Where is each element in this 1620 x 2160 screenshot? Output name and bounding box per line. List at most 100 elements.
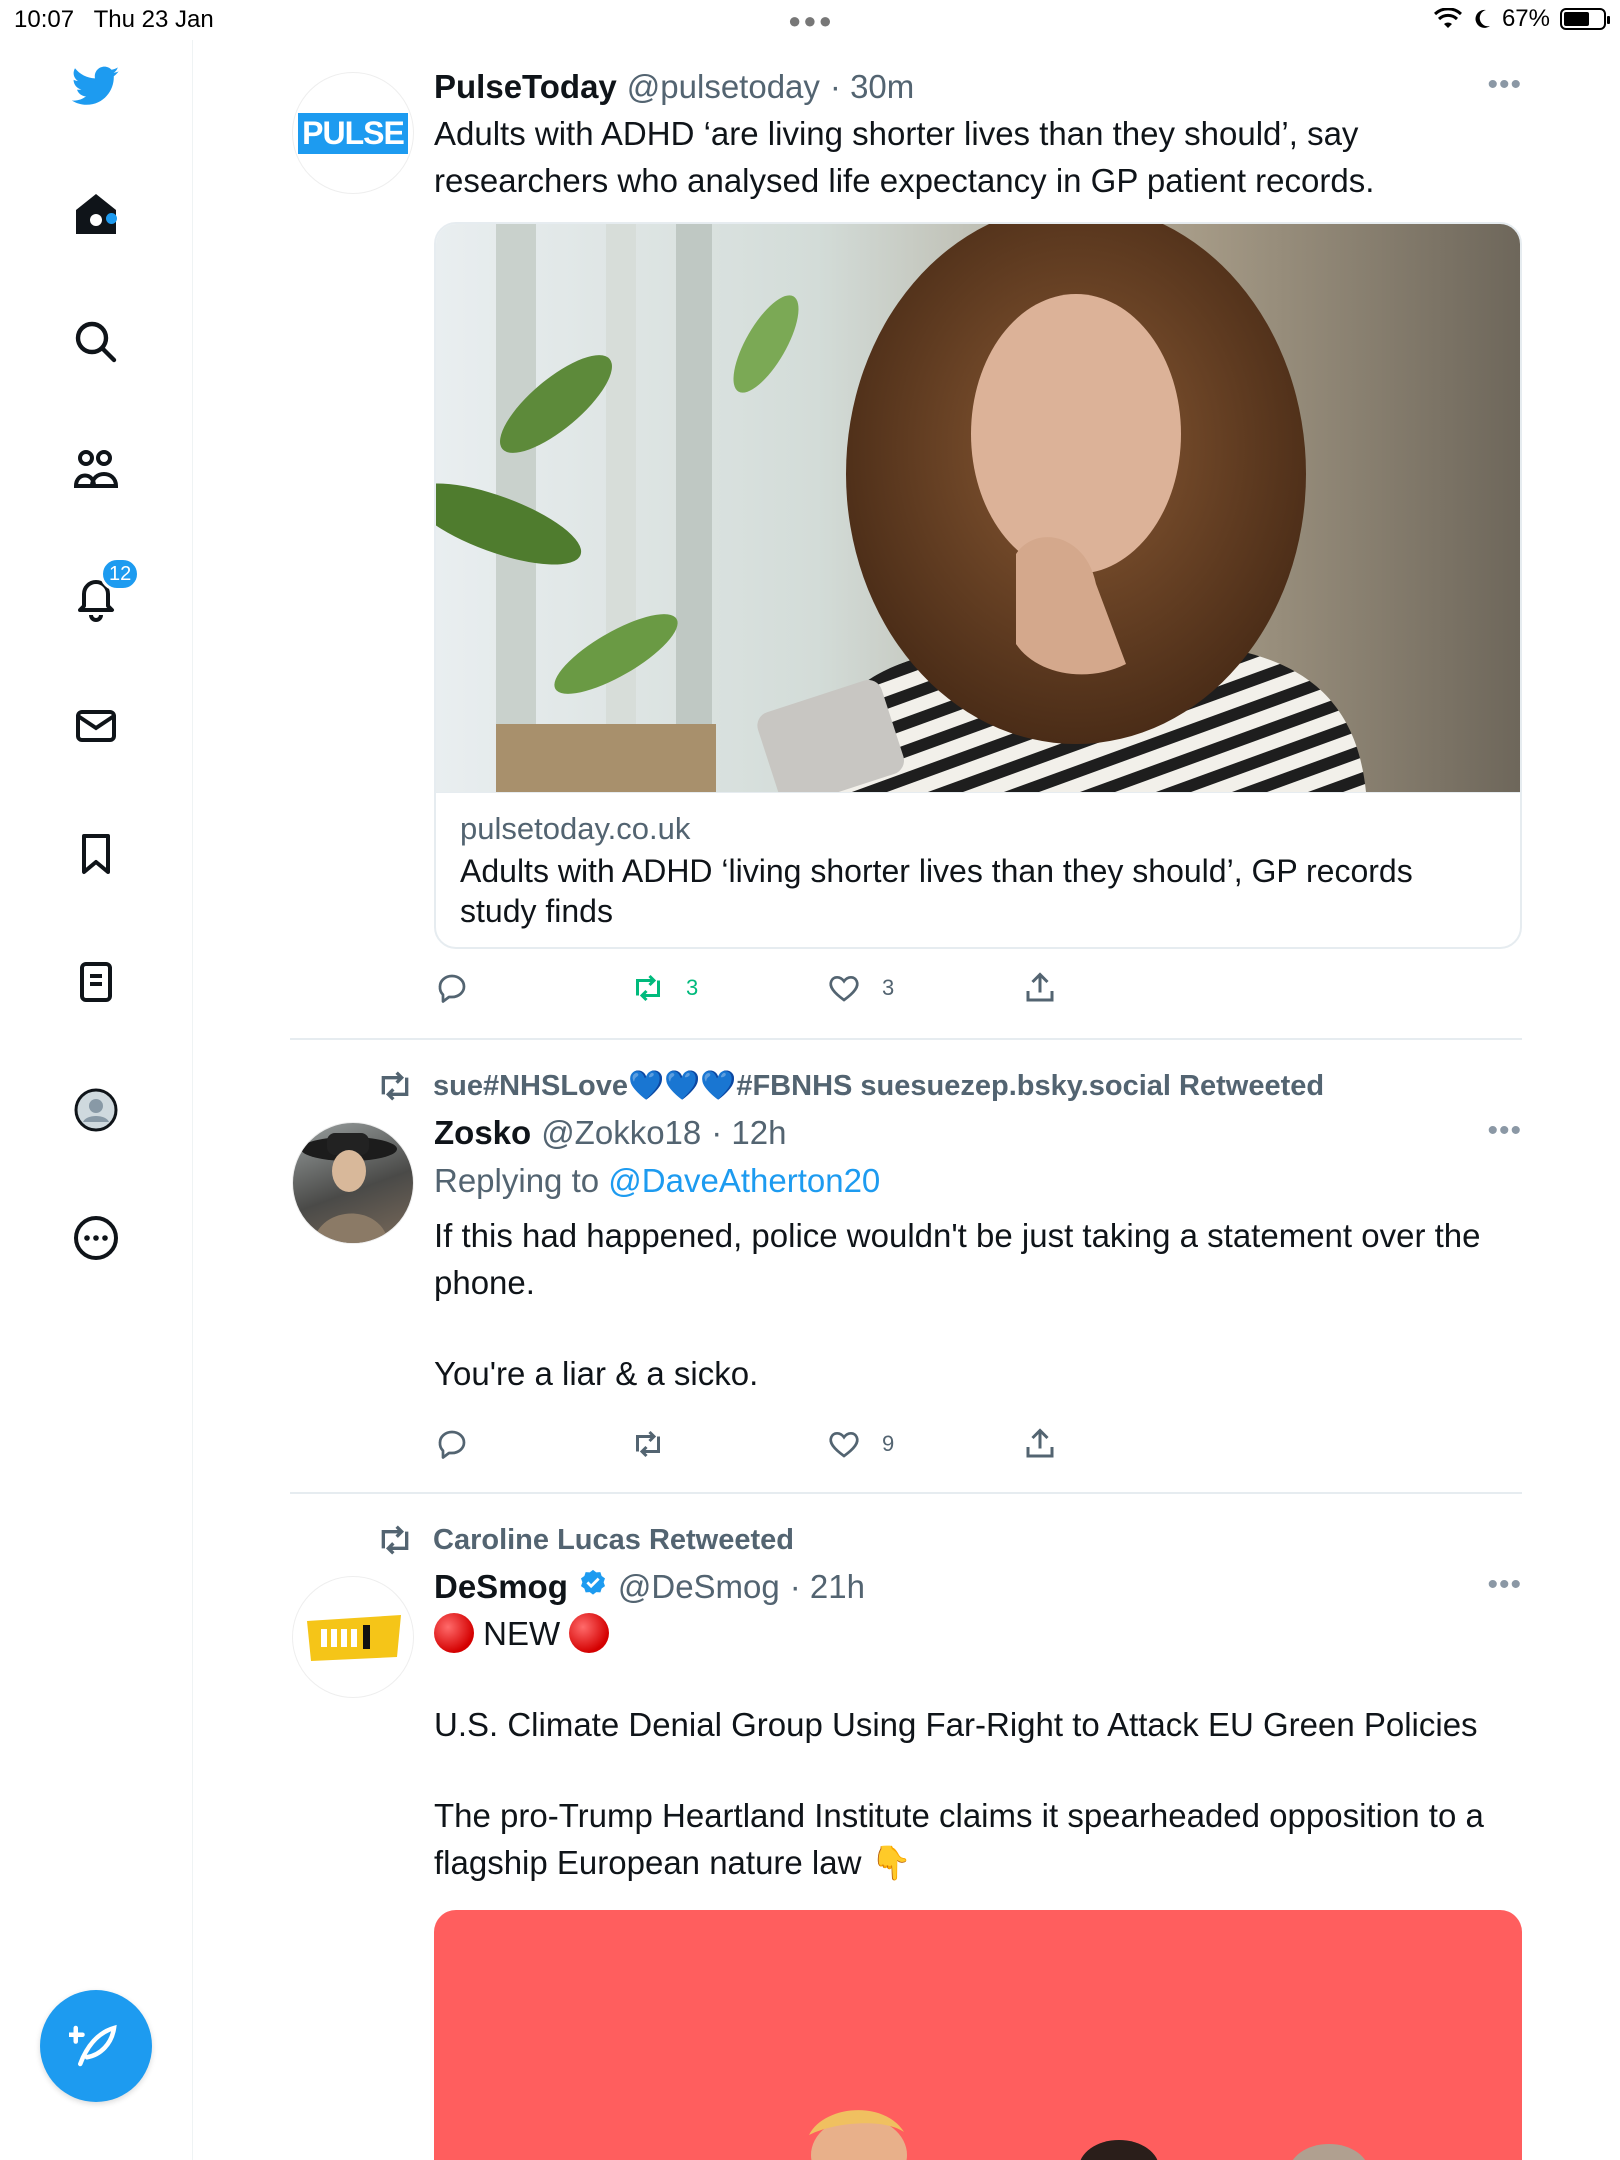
lists-icon — [80, 962, 112, 1002]
tweet-content: DeSmog @DeSmog · 21h ••• NEW U.S. Climat… — [434, 1568, 1522, 2160]
author-name[interactable]: DeSmog — [434, 1568, 568, 1606]
card-domain: pulsetoday.co.uk — [460, 811, 691, 846]
sidebar-item-profile[interactable] — [70, 1084, 122, 1136]
like-button[interactable]: 3 — [826, 970, 894, 1006]
sidebar-item-search[interactable] — [70, 316, 122, 368]
sidebar-item-communities[interactable] — [70, 444, 122, 496]
avatar[interactable] — [292, 1576, 414, 1698]
time-text: 10:07 — [14, 6, 75, 33]
battery-percent: 67% — [1501, 5, 1550, 32]
retweet-icon — [636, 1430, 660, 1458]
share-button[interactable] — [1022, 1426, 1058, 1462]
status-indicators: 67% — [1433, 5, 1610, 33]
tweet-text: U.S. Climate Denial Group Using Far-Righ… — [434, 1706, 1478, 1743]
tweet-text-2: You're a liar & a sicko. — [434, 1355, 759, 1392]
tweet-text-new: NEW — [434, 1610, 1522, 1657]
wifi-icon — [1433, 8, 1462, 28]
tweet-time[interactable]: · 12h — [711, 1114, 786, 1152]
tweet[interactable]: sue#NHSLove💙💙💙#FBNHS suesuezep.bsky.soci… — [290, 1040, 1522, 1494]
like-count: 3 — [882, 975, 895, 1000]
replying-to: Replying to @DaveAtherton20 — [434, 1162, 1522, 1200]
more-options-icon[interactable]: ••• — [1487, 1114, 1522, 1148]
search-icon — [75, 321, 117, 363]
tweet-text-2: The pro-Trump Heartland Institute claims… — [434, 1797, 1484, 1881]
tweet[interactable]: Caroline Lucas Retweeted DeSmog @DeSmog … — [290, 1494, 1522, 2160]
replying-label: Replying to — [434, 1162, 600, 1199]
new-content-dot — [106, 213, 117, 224]
retweet-button[interactable]: 3 — [630, 970, 698, 1006]
retweet-context[interactable]: Caroline Lucas Retweeted — [375, 1520, 794, 1560]
author-name[interactable]: Zosko — [434, 1114, 531, 1152]
avatar[interactable]: PULSE — [292, 72, 414, 194]
card-image — [436, 224, 1520, 807]
more-options-icon[interactable]: ••• — [1487, 1568, 1522, 1602]
link-card[interactable]: pulsetoday.co.uk Adults with ADHD ‘livin… — [434, 222, 1522, 949]
heart-icon — [829, 1431, 859, 1458]
red-circle-icon — [434, 1613, 474, 1653]
compose-feather-icon — [69, 2024, 117, 2067]
tweet-actions: 3 3 — [434, 970, 1334, 1014]
sidebar-item-lists[interactable] — [70, 956, 122, 1008]
timeline-feed: PULSE PulseToday @pulsetoday · 30m ••• A… — [290, 40, 1522, 2160]
author-handle[interactable]: @pulsetoday — [627, 68, 820, 106]
retweet-button[interactable] — [630, 1426, 666, 1462]
tweet-time[interactable]: · 21h — [790, 1568, 865, 1606]
tweet-actions: 9 — [434, 1426, 1334, 1470]
like-count: 9 — [882, 1431, 895, 1456]
retweeted-by-text: Caroline Lucas Retweeted — [433, 1523, 794, 1556]
date-text: Thu 23 Jan — [93, 6, 214, 33]
status-bar: 10:07 Thu 23 Jan ●●● 67% — [0, 0, 1620, 40]
tweet[interactable]: PULSE PulseToday @pulsetoday · 30m ••• A… — [290, 40, 1522, 1040]
sidebar-nav: 12 — [0, 40, 193, 2160]
tweet-text: If this had happened, police wouldn't be… — [434, 1217, 1481, 1301]
author-handle[interactable]: @DeSmog — [618, 1568, 780, 1606]
tweet-content: PulseToday @pulsetoday · 30m ••• Adults … — [434, 68, 1522, 949]
verified-badge-icon — [580, 1569, 605, 1595]
communities-icon — [73, 450, 119, 488]
like-button[interactable]: 9 — [826, 1426, 894, 1462]
retweet-icon — [636, 974, 660, 1002]
notification-count-badge: 12 — [100, 557, 141, 591]
media-image[interactable] — [434, 1910, 1522, 2160]
retweet-icon — [381, 1071, 409, 1101]
more-options-icon[interactable]: ••• — [1487, 68, 1522, 102]
tweet-header: Zosko @Zokko18 · 12h — [434, 1114, 1522, 1152]
messages-icon — [76, 710, 116, 742]
author-handle[interactable]: @Zokko18 — [541, 1114, 701, 1152]
multitasking-dots-icon[interactable]: ●●● — [788, 8, 834, 34]
bookmarks-icon — [82, 834, 110, 874]
reply-icon — [438, 1430, 466, 1459]
tweet-time[interactable]: · 30m — [830, 68, 914, 106]
sidebar-item-more[interactable] — [70, 1212, 122, 1264]
tweet-header: PulseToday @pulsetoday · 30m — [434, 68, 1522, 106]
status-time: 10:07 Thu 23 Jan — [14, 6, 214, 34]
avatar[interactable] — [292, 1122, 414, 1244]
sidebar-item-messages[interactable] — [70, 700, 122, 752]
retweeted-by-text: sue#NHSLove💙💙💙#FBNHS suesuezep.bsky.soci… — [433, 1070, 1325, 1102]
red-circle-icon — [569, 1613, 610, 1653]
share-icon — [1026, 972, 1054, 1002]
moon-icon — [1475, 9, 1490, 28]
retweet-count: 3 — [686, 975, 699, 1000]
author-name[interactable]: PulseToday — [434, 68, 617, 106]
reply-button[interactable] — [434, 970, 470, 1006]
card-title: Adults with ADHD ‘living shorter lives t… — [460, 853, 1413, 929]
retweet-context[interactable]: sue#NHSLove💙💙💙#FBNHS suesuezep.bsky.soci… — [375, 1066, 1324, 1106]
reply-icon — [438, 974, 466, 1003]
heart-icon — [829, 975, 859, 1002]
profile-icon — [74, 1088, 118, 1132]
sidebar-item-bookmarks[interactable] — [70, 828, 122, 880]
new-label: NEW — [483, 1615, 561, 1652]
tweet-content: Zosko @Zokko18 · 12h ••• Replying to @Da… — [434, 1114, 1522, 1397]
tweet-header: DeSmog @DeSmog · 21h — [434, 1568, 1522, 1606]
battery-icon — [1560, 8, 1610, 30]
twitter-logo-icon[interactable] — [70, 60, 122, 112]
pulse-logo: PULSE — [298, 112, 408, 154]
reply-button[interactable] — [434, 1426, 470, 1462]
share-button[interactable] — [1022, 970, 1058, 1006]
more-icon — [74, 1216, 118, 1260]
compose-tweet-button[interactable] — [40, 1990, 152, 2102]
retweet-icon — [381, 1525, 409, 1555]
tweet-text: Adults with ADHD ‘are living shorter liv… — [434, 115, 1375, 199]
mention-link[interactable]: @DaveAtherton20 — [608, 1162, 880, 1199]
